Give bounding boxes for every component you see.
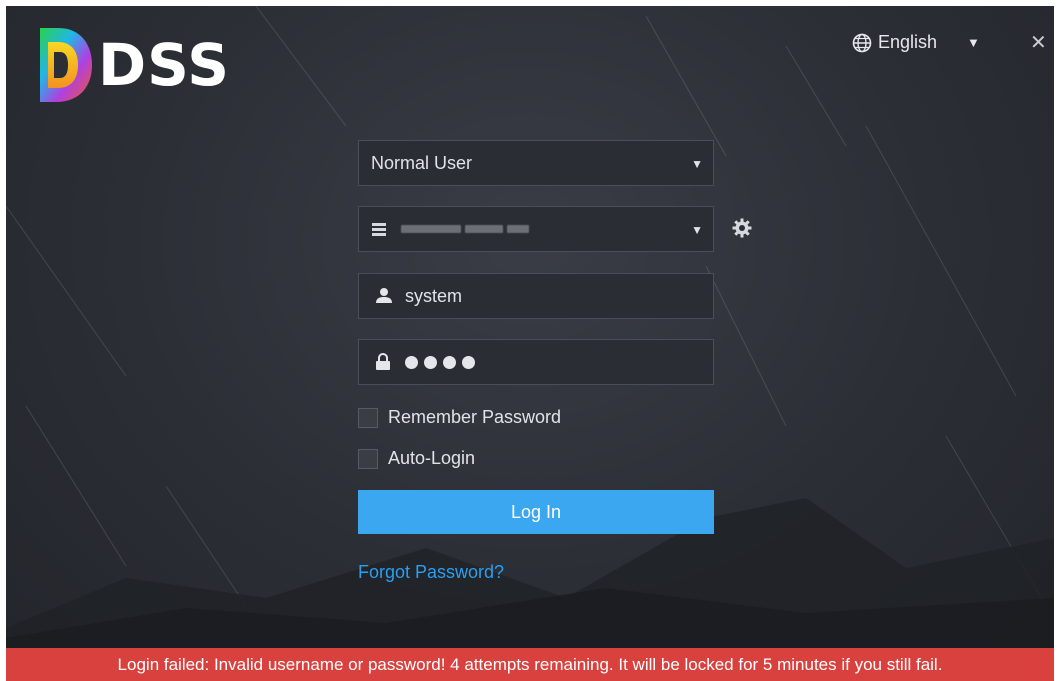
login-button[interactable]: Log In <box>358 490 714 534</box>
forgot-password-link[interactable]: Forgot Password? <box>358 562 504 583</box>
password-dot <box>405 355 418 369</box>
dss-logo: DSS <box>36 24 230 106</box>
auto-login-label: Auto-Login <box>388 448 476 468</box>
chevron-down-icon: ▼ <box>967 35 980 50</box>
remember-password-checkbox[interactable]: Remember Password <box>358 407 561 428</box>
error-message: Login failed: Invalid username or passwo… <box>117 654 943 674</box>
language-label: English <box>878 32 938 52</box>
password-dot <box>443 355 456 369</box>
close-icon[interactable]: ✕ <box>1030 30 1047 55</box>
password-field[interactable] <box>358 339 714 385</box>
user-type-value: Normal User <box>371 152 473 173</box>
user-icon <box>376 288 392 303</box>
gear-icon[interactable] <box>731 217 753 239</box>
server-address-select[interactable]: ▼ <box>358 206 714 252</box>
logo-text: DSS <box>98 31 231 99</box>
username-value: system <box>405 285 463 306</box>
logo-mark-icon <box>40 28 92 102</box>
password-dot <box>462 355 475 369</box>
language-selector[interactable]: English ▼ <box>852 32 980 53</box>
server-address-obscured <box>401 225 529 233</box>
checkbox-box[interactable] <box>358 448 378 469</box>
remember-password-label: Remember Password <box>388 407 562 427</box>
auto-login-checkbox[interactable]: Auto-Login <box>358 448 475 469</box>
password-dots <box>405 355 475 369</box>
server-icon <box>372 223 386 236</box>
chevron-down-icon: ▼ <box>691 223 703 237</box>
username-field[interactable]: system <box>358 273 714 319</box>
user-type-select[interactable]: Normal User ▼ <box>358 140 714 186</box>
chevron-down-icon: ▼ <box>691 157 703 171</box>
error-banner: Login failed: Invalid username or passwo… <box>6 648 1054 681</box>
login-window: DSS English ▼ ✕ Normal User ▼ ▼ system R… <box>6 6 1054 681</box>
globe-icon <box>852 33 872 52</box>
password-dot <box>424 355 437 369</box>
checkbox-box[interactable] <box>358 407 378 428</box>
lock-icon <box>376 353 390 370</box>
